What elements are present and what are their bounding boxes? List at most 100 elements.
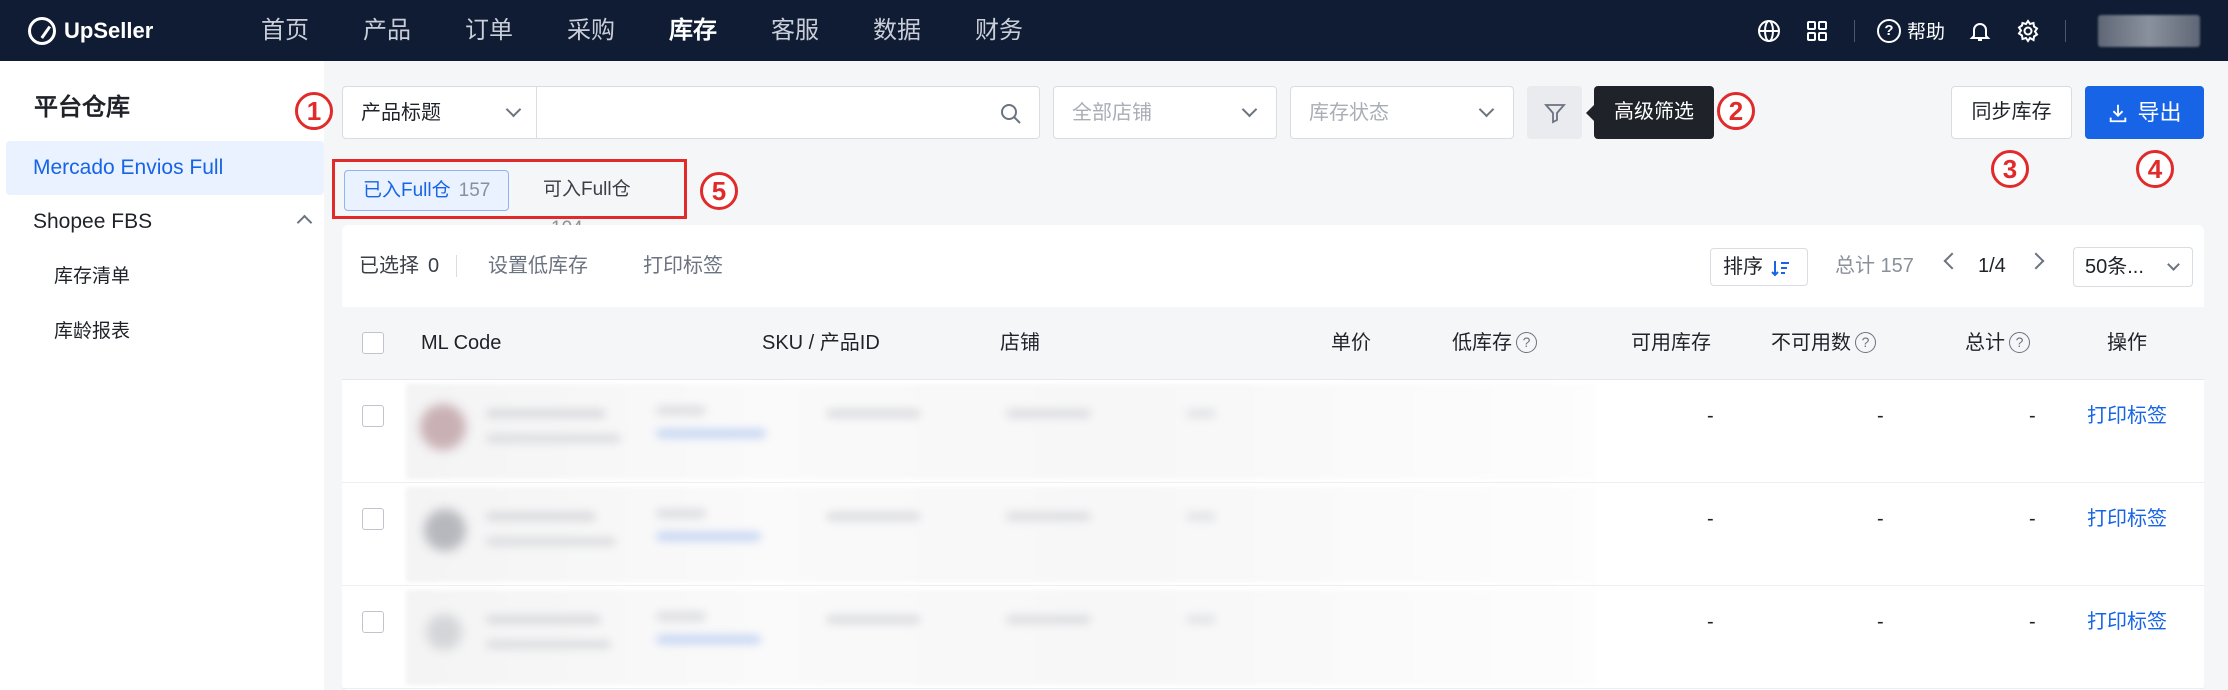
sidebar-item-label: Shopee FBS [33, 210, 153, 233]
search-icon[interactable] [999, 102, 1023, 126]
redacted-text [486, 434, 621, 443]
row-checkbox[interactable] [362, 611, 384, 633]
nav-item-service[interactable]: 客服 [744, 0, 846, 61]
stock-status-select[interactable]: 库存状态 [1290, 86, 1514, 139]
download-icon [2110, 104, 2127, 122]
nav-item-home[interactable]: 首页 [234, 0, 336, 61]
nav-item-data[interactable]: 数据 [846, 0, 948, 61]
prev-page-icon[interactable] [1943, 252, 1961, 270]
help-circle-icon[interactable]: ? [1516, 332, 1537, 353]
user-account[interactable] [2098, 14, 2200, 47]
table-row: - - - 打印标签 [342, 483, 2204, 586]
total-cell: - [2029, 508, 2036, 530]
redacted-text [656, 406, 706, 415]
table-row: - - - 打印标签 [342, 586, 2204, 689]
sidebar-subitem-aging-report[interactable]: 库龄报表 [0, 304, 324, 359]
next-page-icon[interactable] [2027, 252, 2045, 270]
sidebar-item-shopee-fbs[interactable]: Shopee FBS [0, 195, 324, 249]
redacted-text [656, 532, 761, 541]
nav-item-orders[interactable]: 订单 [438, 0, 540, 61]
row-checkbox[interactable] [362, 508, 384, 530]
sidebar-item-mercado-envios-full[interactable]: Mercado Envios Full [6, 141, 324, 195]
sort-button[interactable]: 排序 [1710, 248, 1808, 286]
help-icon: ? [1876, 18, 1901, 43]
available-stock-cell: - [1707, 508, 1714, 530]
redacted-text [1006, 512, 1091, 521]
logo-icon [28, 16, 56, 45]
redacted-text [656, 612, 706, 621]
total-count: 总计 157 [1835, 255, 1914, 277]
search-input[interactable] [536, 86, 1040, 139]
column-header-unit-price: 单价 [1331, 332, 1371, 354]
redacted-product-info [406, 487, 1596, 582]
column-header-sku: SKU / 产品ID [762, 332, 880, 354]
column-header-total: 总计? [1965, 307, 2030, 380]
print-label-link[interactable]: 打印标签 [2087, 483, 2167, 556]
annotation-marker-1: 1 [295, 92, 333, 130]
column-header-ml-code: ML Code [421, 332, 502, 354]
tab-in-full-warehouse[interactable]: 已入Full仓 157 [344, 170, 510, 211]
redacted-text [656, 635, 761, 644]
chevron-down-icon [1241, 101, 1258, 118]
sort-label: 排序 [1723, 256, 1763, 278]
annotation-marker-2: 2 [1717, 92, 1755, 130]
column-header-low-stock: 低库存? [1452, 307, 1537, 380]
search-type-select[interactable]: 产品标题 [342, 86, 537, 139]
help-circle-icon[interactable]: ? [2009, 332, 2030, 353]
redacted-text [1006, 615, 1091, 624]
brand-name: UpSeller [64, 17, 154, 43]
unavailable-cell: - [1877, 405, 1884, 427]
warehouse-tabs: 已入Full仓 157 可入Full仓104 [332, 159, 687, 239]
product-thumbnail [420, 404, 466, 450]
apps-grid-icon[interactable] [1804, 18, 1830, 44]
row-checkbox[interactable] [362, 405, 384, 427]
main-nav: 首页 产品 订单 采购 库存 客服 数据 财务 [234, 0, 1050, 61]
search-type-value: 产品标题 [361, 102, 441, 124]
set-low-stock-button[interactable]: 设置低库存 [488, 225, 588, 307]
redacted-text [826, 409, 921, 418]
column-header-available: 可用库存 [1631, 332, 1711, 354]
annotation-marker-3: 3 [1991, 150, 2029, 188]
sync-inventory-button[interactable]: 同步库存 [1951, 86, 2072, 139]
nav-item-finance[interactable]: 财务 [948, 0, 1050, 61]
page-size-value: 50条... [2085, 256, 2144, 278]
globe-icon[interactable] [1756, 18, 1782, 44]
nav-item-products[interactable]: 产品 [336, 0, 438, 61]
toolbar-divider [456, 255, 457, 277]
print-label-link[interactable]: 打印标签 [2087, 586, 2167, 659]
print-label-link[interactable]: 打印标签 [2087, 380, 2167, 453]
sidebar-subitem-inventory-list[interactable]: 库存清单 [0, 249, 324, 304]
advanced-filter-button[interactable] [1527, 86, 1582, 139]
page-indicator: 1/4 [1978, 255, 2006, 277]
redacted-text [656, 509, 706, 518]
bell-icon[interactable] [1967, 18, 1993, 44]
advanced-filter-tooltip: 高级筛选 [1586, 86, 1714, 139]
total-cell: - [2029, 611, 2036, 633]
nav-right-tools: ? 帮助 [1734, 0, 2200, 61]
brand-logo[interactable]: UpSeller [28, 16, 208, 45]
help-circle-icon[interactable]: ? [1855, 332, 1876, 353]
store-select-placeholder: 全部店铺 [1072, 102, 1152, 124]
table-toolbar: 已选择 0 设置低库存 打印标签 排序 总计 157 1/4 50条... [342, 225, 2204, 307]
tab-eligible-full-warehouse[interactable]: 可入Full仓104 [525, 170, 684, 239]
help-label: 帮助 [1906, 22, 1945, 43]
sidebar-title: 平台仓库 [34, 94, 130, 121]
nav-item-inventory[interactable]: 库存 [642, 0, 744, 61]
print-labels-button[interactable]: 打印标签 [643, 225, 723, 307]
gear-icon[interactable] [2015, 18, 2041, 44]
table-header: ML Code SKU / 产品ID 店铺 单价 低库存? 可用库存 不可用数?… [342, 307, 2204, 380]
help-link[interactable]: ? 帮助 [1876, 17, 1945, 44]
page-size-select[interactable]: 50条... [2073, 247, 2193, 287]
top-nav: UpSeller 首页 产品 订单 采购 库存 客服 数据 财务 ? 帮助 [0, 0, 2228, 61]
sort-icon [1771, 261, 1789, 277]
redacted-text [1186, 615, 1216, 624]
redacted-text [486, 640, 611, 649]
select-all-checkbox[interactable] [362, 332, 384, 354]
export-button[interactable]: 导出 [2085, 86, 2204, 139]
redacted-product-info [406, 384, 1596, 479]
unavailable-cell: - [1877, 611, 1884, 633]
store-select[interactable]: 全部店铺 [1053, 86, 1277, 139]
export-label: 导出 [2137, 100, 2182, 125]
nav-item-purchase[interactable]: 采购 [540, 0, 642, 61]
unavailable-cell: - [1877, 508, 1884, 530]
